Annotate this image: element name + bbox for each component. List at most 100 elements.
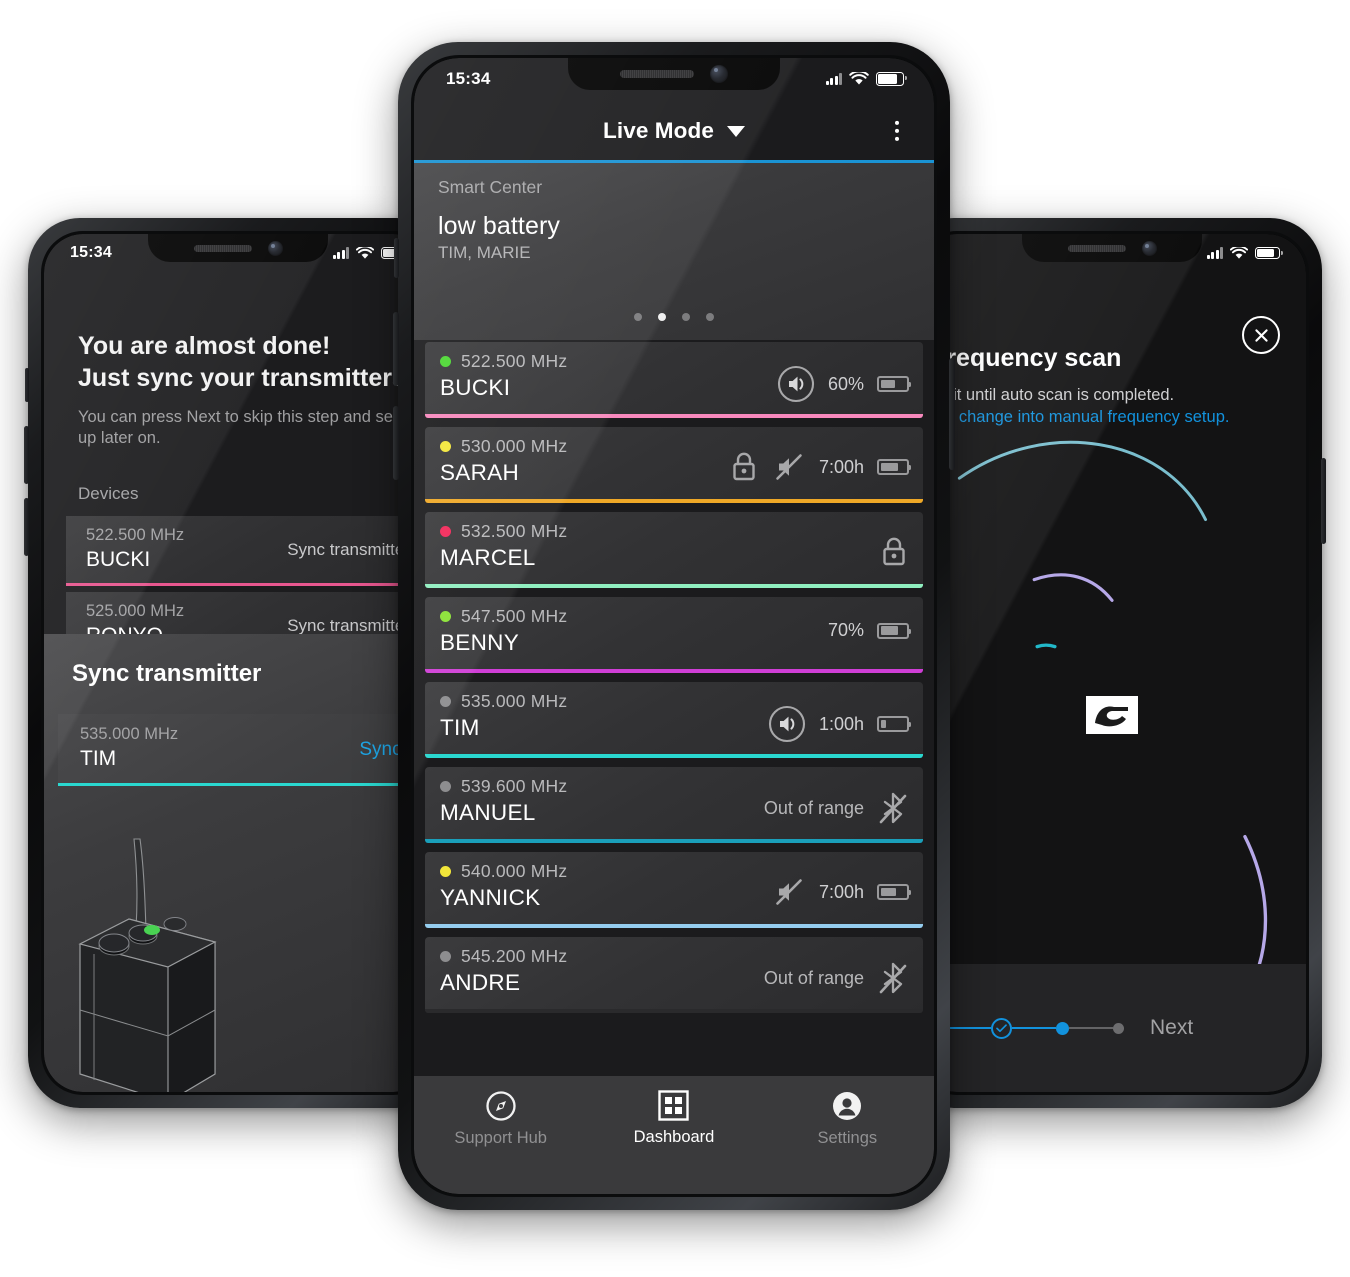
device-status-group: 7:00h — [772, 875, 912, 909]
carousel-dot-2[interactable] — [658, 313, 666, 321]
device-frequency-line: 535.000 MHz — [440, 691, 567, 712]
volume-up-button[interactable] — [24, 426, 29, 484]
mute-switch[interactable] — [394, 238, 399, 278]
carousel-dot-1[interactable] — [634, 313, 642, 321]
device-accent-bar — [425, 754, 923, 758]
speaker-on-circle-icon[interactable] — [768, 705, 806, 743]
sheet-device-row[interactable]: 535.000 MHz TIM Synced! — [58, 714, 432, 786]
device-identity: 545.200 MHz ANDRE — [440, 946, 567, 996]
scan-body-line-1: wait until auto scan is completed. — [932, 386, 1175, 404]
device-name: BUCKI — [86, 548, 151, 571]
center-phone-device: 15:34 Live Mode Smart Center low battery… — [393, 42, 955, 1210]
device-list[interactable]: 522.500 MHz BUCKI 60% 530.000 MHz SARAH 7:00h… — [414, 342, 934, 1090]
battery-status-text: 7:00h — [818, 456, 864, 477]
center-status-bar: 15:34 — [414, 58, 934, 88]
device-identity: 530.000 MHz SARAH — [440, 436, 567, 486]
table-row[interactable]: 539.600 MHz MANUEL Out of range — [425, 767, 923, 843]
carousel-dots[interactable] — [414, 313, 934, 321]
battery-icon — [877, 716, 912, 732]
status-led-icon — [440, 866, 451, 877]
device-name: ANDRE — [440, 970, 521, 995]
bottom-tab-bar[interactable]: Support Hub Dashboard Settings — [414, 1076, 934, 1194]
bluetooth-off-icon[interactable] — [877, 790, 909, 826]
volume-down-button[interactable] — [393, 406, 399, 480]
lock-icon[interactable] — [879, 535, 909, 569]
tab-dashboard[interactable]: Dashboard — [587, 1090, 760, 1147]
device-frequency: 522.500 MHz — [86, 526, 185, 544]
device-identity: 540.000 MHz YANNICK — [440, 861, 567, 911]
smart-center-headline: low battery — [438, 212, 560, 240]
device-name: MANUEL — [440, 800, 536, 825]
mute-icon[interactable] — [772, 450, 806, 484]
device-name: BENNY — [440, 630, 520, 655]
wifi-icon — [356, 246, 374, 259]
table-row[interactable]: 540.000 MHz YANNICK 7:00h — [425, 852, 923, 928]
step-connector — [1069, 1027, 1113, 1029]
tab-settings[interactable]: Settings — [761, 1090, 934, 1148]
chevron-down-icon[interactable] — [726, 125, 745, 137]
device-accent-bar — [425, 669, 923, 673]
kebab-menu-icon[interactable] — [887, 115, 907, 147]
status-time: 15:34 — [446, 69, 491, 88]
status-led-icon — [440, 526, 451, 537]
grid-icon — [658, 1090, 690, 1121]
device-status-group: 1:00h — [768, 705, 912, 743]
status-led-icon — [440, 781, 451, 792]
cellular-bars-icon — [332, 247, 349, 259]
tab-label: Support Hub — [454, 1129, 547, 1147]
table-row[interactable]: 532.500 MHz MARCEL — [425, 512, 923, 588]
mute-icon[interactable] — [772, 875, 806, 909]
table-row[interactable]: 522.500 MHz BUCKI 60% — [425, 342, 923, 418]
lock-icon[interactable] — [729, 450, 759, 484]
heading-line-2: Just sync your transmitters. — [78, 364, 413, 392]
mute-switch[interactable] — [25, 368, 29, 402]
volume-down-button[interactable] — [24, 498, 29, 556]
device-status-group: 60% — [777, 365, 912, 403]
device-frequency-line: 522.500 MHz — [440, 351, 567, 372]
step-2-complete[interactable] — [991, 1017, 1012, 1039]
tab-label: Dashboard — [633, 1128, 715, 1146]
device-frequency-line: 540.000 MHz — [440, 861, 567, 882]
speaker-on-circle-icon[interactable] — [777, 365, 815, 403]
table-row[interactable]: 535.000 MHz TIM 1:00h — [425, 682, 923, 758]
table-row[interactable]: 547.500 MHz BENNY 70% — [425, 597, 923, 673]
battery-icon — [877, 459, 912, 475]
power-button[interactable] — [949, 358, 955, 470]
status-led-icon — [440, 356, 451, 367]
list-item[interactable]: 522.500 MHz BUCKI Sync transmitter — [66, 516, 432, 586]
device-frequency: 535.000 MHz — [80, 725, 179, 743]
account-icon — [833, 1092, 862, 1120]
device-frequency-line: 547.500 MHz — [440, 606, 567, 627]
right-status-bar: 15:34 — [918, 234, 1306, 262]
next-button[interactable]: Next — [1150, 1016, 1193, 1040]
device-frequency: 522.500 MHz — [461, 351, 568, 371]
close-circle-icon[interactable] — [1242, 316, 1280, 354]
sennheiser-logo-icon — [1086, 696, 1138, 734]
frequency-scan-heading: frequency scan wait until auto scan is c… — [918, 344, 1290, 427]
manual-setup-link[interactable]: also change into manual frequency setup. — [918, 408, 1290, 427]
body-line-1: You can press Next to skip this step and… — [78, 408, 416, 426]
status-led-icon — [440, 696, 451, 707]
tab-support-hub[interactable]: Support Hub — [414, 1090, 587, 1148]
table-row[interactable]: 545.200 MHz ANDRE Out of range — [425, 937, 923, 1013]
volume-up-button[interactable] — [393, 312, 399, 386]
smart-center-card[interactable]: Smart Center low battery TIM, MARIE — [414, 163, 934, 340]
devices-section-label: Devices — [78, 484, 139, 503]
power-button[interactable] — [1321, 458, 1326, 544]
carousel-dot-4[interactable] — [706, 313, 714, 321]
battery-status-text: 70% — [827, 620, 864, 640]
device-name: SARAH — [440, 460, 520, 485]
smart-center-subtext: TIM, MARIE — [438, 243, 531, 262]
device-frequency: 525.000 MHz — [86, 602, 185, 620]
table-row[interactable]: 530.000 MHz SARAH 7:00h — [425, 427, 923, 503]
device-name: MARCEL — [440, 545, 536, 570]
device-status-group: 70% — [827, 620, 912, 641]
step-indicator — [926, 1017, 1124, 1039]
wifi-icon — [1230, 246, 1248, 259]
onboarding-footer: Next — [918, 964, 1306, 1092]
step-3-current[interactable] — [1056, 1021, 1069, 1035]
step-4-pending[interactable] — [1113, 1022, 1124, 1034]
battery-status-text: 1:00h — [818, 713, 864, 734]
carousel-dot-3[interactable] — [682, 313, 690, 321]
bluetooth-off-icon[interactable] — [877, 960, 909, 996]
